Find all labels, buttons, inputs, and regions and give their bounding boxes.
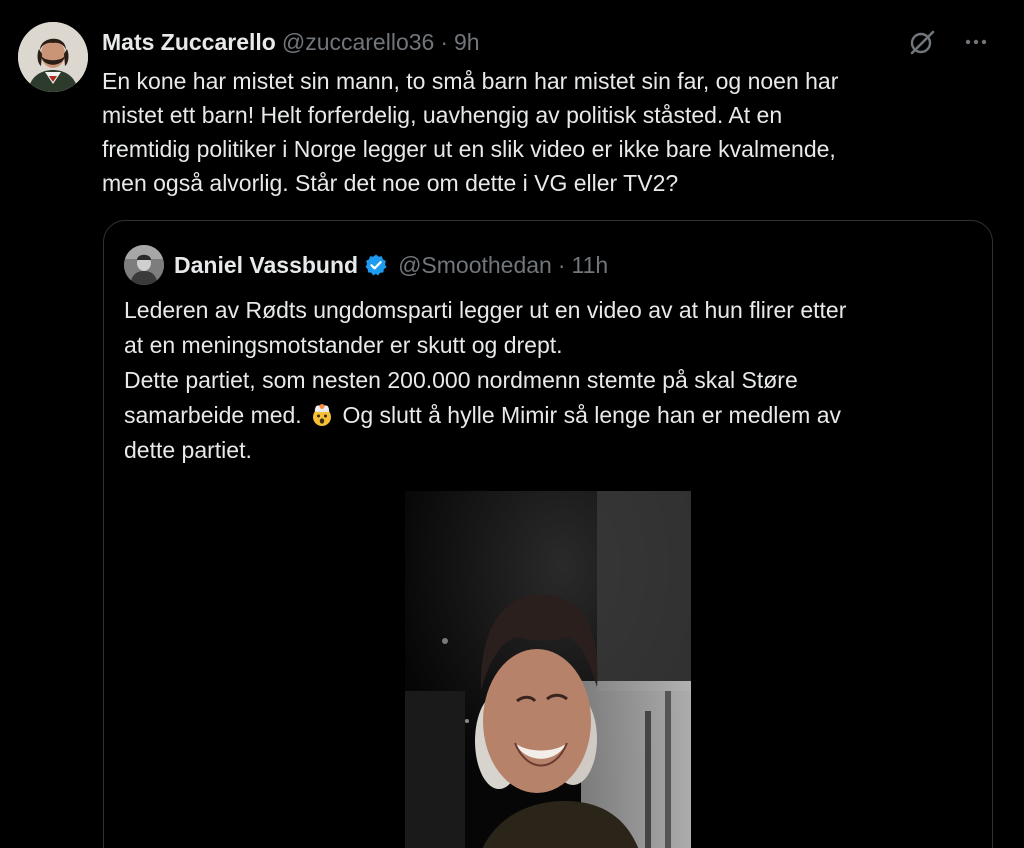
quoted-author-avatar[interactable] [124,245,164,285]
quoted-tweet-time[interactable]: 11h [572,252,609,279]
author-handle[interactable]: @zuccarello36 [282,29,434,56]
quoted-tweet-text: Lederen av Rødts ungdomsparti legger ut … [124,293,974,468]
author-name[interactable]: Mats Zuccarello [102,29,276,56]
tweet-text: En kone har mistet sin mann, to små barn… [102,68,839,196]
author-avatar[interactable] [18,22,88,92]
separator-dot: · [440,28,448,55]
quoted-tweet-header: Daniel Vassbund @Smoothedan · 11h [124,245,608,285]
quoted-separator-dot: · [557,251,566,278]
verified-badge-icon [364,253,388,277]
quoted-video[interactable] [405,491,691,848]
tweet: Mats Zuccarello @zuccarello36 · 9h En ko… [0,0,1024,848]
tweet-header: Mats Zuccarello @zuccarello36 · 9h [102,26,480,58]
exploding-head-emoji-icon [310,402,334,426]
grok-icon[interactable] [906,26,938,58]
tweet-time[interactable]: 9h [454,29,480,56]
quoted-tweet[interactable]: Daniel Vassbund @Smoothedan · 11h Ledere… [103,220,993,848]
quoted-author-handle[interactable]: @Smoothedan [398,252,552,279]
tweet-header-actions [906,26,992,58]
quoted-author-name[interactable]: Daniel Vassbund [174,252,358,279]
more-icon[interactable] [960,26,992,58]
